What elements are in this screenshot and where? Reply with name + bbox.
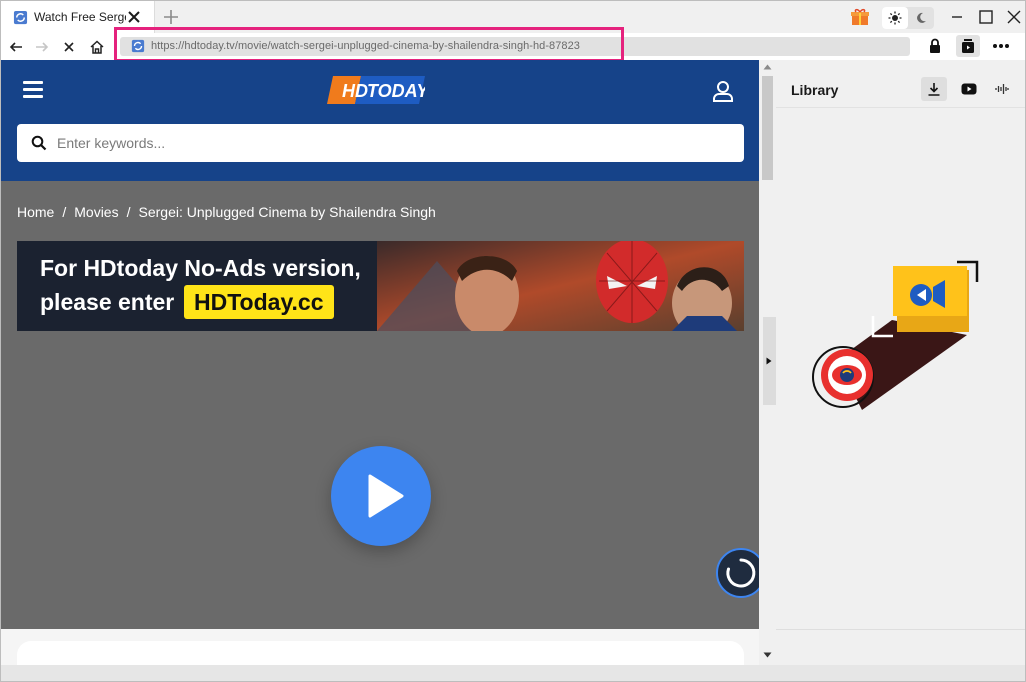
lock-button[interactable] xyxy=(923,35,947,57)
breadcrumb-separator: / xyxy=(126,204,131,220)
panel-divider xyxy=(776,629,1025,630)
sun-icon[interactable] xyxy=(882,7,908,29)
moon-icon[interactable] xyxy=(908,7,934,29)
download-icon xyxy=(928,83,940,96)
forward-button[interactable] xyxy=(31,36,53,58)
library-title: Library xyxy=(791,82,839,98)
more-dots-icon xyxy=(993,44,1009,48)
no-ads-banner[interactable]: For HDtoday No-Ads version, please enter… xyxy=(17,241,744,331)
site-header: HD TODAY xyxy=(1,60,759,181)
banner-artwork xyxy=(377,241,744,331)
arrow-left-icon xyxy=(9,42,22,52)
gift-icon[interactable] xyxy=(850,7,870,27)
new-tab-icon[interactable] xyxy=(161,7,181,27)
media-library-button[interactable] xyxy=(956,35,980,57)
banner-line1: For HDtoday No-Ads version, xyxy=(40,255,361,281)
close-window-icon[interactable] xyxy=(1004,7,1024,27)
status-bar xyxy=(1,665,1025,681)
hamburger-menu-icon[interactable] xyxy=(23,81,43,99)
library-panel: Library xyxy=(776,60,1025,665)
breadcrumb-home[interactable]: Home xyxy=(17,204,54,220)
browser-window: Watch Free Sergei https://hdtoday.tv/mov… xyxy=(0,0,1026,682)
breadcrumb-movies[interactable]: Movies xyxy=(74,204,118,220)
tab-youtube[interactable] xyxy=(956,77,982,101)
scroll-thumb[interactable] xyxy=(762,76,773,180)
tab-audio[interactable] xyxy=(989,77,1015,101)
close-tab-icon[interactable] xyxy=(126,9,142,25)
content-card xyxy=(17,641,744,665)
lock-icon xyxy=(930,38,940,53)
search-input[interactable] xyxy=(57,135,707,151)
theme-toggle[interactable] xyxy=(882,7,934,29)
home-icon xyxy=(90,40,104,54)
loading-spinner-icon xyxy=(726,558,756,588)
site-favicon-icon xyxy=(13,10,28,24)
youtube-icon xyxy=(961,83,977,95)
arrow-right-icon xyxy=(36,42,49,52)
url-highlight-box xyxy=(114,27,624,62)
more-menu-button[interactable] xyxy=(989,35,1013,57)
media-library-icon xyxy=(962,39,974,53)
search-bar[interactable] xyxy=(17,124,744,162)
panel-collapse-handle[interactable] xyxy=(763,317,776,405)
scroll-down-icon[interactable] xyxy=(763,652,772,658)
minimize-icon[interactable] xyxy=(947,7,967,27)
logo-hd: HD xyxy=(342,81,368,101)
logo-today: TODAY xyxy=(367,81,425,101)
empty-library-illustration xyxy=(812,260,979,410)
library-header: Library xyxy=(776,60,1025,108)
breadcrumb-separator: / xyxy=(62,204,67,220)
tab-downloads[interactable] xyxy=(921,77,947,101)
home-button[interactable] xyxy=(86,36,108,58)
page-content-area xyxy=(1,629,759,665)
back-button[interactable] xyxy=(5,36,27,58)
play-icon xyxy=(368,474,404,518)
stop-x-icon xyxy=(64,42,74,52)
banner-line2: please enter xyxy=(40,289,175,315)
hdtoday-logo[interactable]: HD TODAY xyxy=(327,74,425,106)
user-account-icon[interactable] xyxy=(711,79,735,103)
scroll-up-icon[interactable] xyxy=(763,64,772,70)
page-viewport: HD TODAY Home / Movies / Sergei: Unplugg… xyxy=(1,60,759,665)
breadcrumb-current: Sergei: Unplugged Cinema by Shailendra S… xyxy=(138,204,436,220)
search-icon[interactable] xyxy=(31,135,47,151)
play-button[interactable] xyxy=(331,446,431,546)
breadcrumb: Home / Movies / Sergei: Unplugged Cinema… xyxy=(17,204,436,220)
chevron-right-icon xyxy=(766,357,772,365)
audio-wave-icon xyxy=(995,84,1009,94)
stop-button[interactable] xyxy=(58,36,80,58)
banner-cta[interactable]: HDToday.cc xyxy=(184,285,334,319)
maximize-icon[interactable] xyxy=(976,7,996,27)
tab-title: Watch Free Sergei xyxy=(34,10,126,24)
